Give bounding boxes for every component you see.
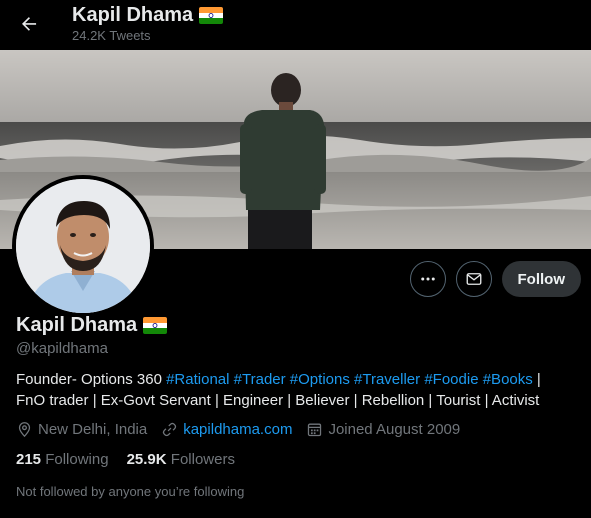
india-flag-icon xyxy=(143,317,168,334)
top-bar: Kapil Dhama 24.2K Tweets xyxy=(0,0,591,50)
following-count: 215 xyxy=(16,451,42,468)
hashtag-link[interactable]: #Books xyxy=(483,371,533,388)
hashtag-link[interactable]: #Options xyxy=(290,371,350,388)
location-pin-icon xyxy=(18,422,31,438)
profile-meta: New Delhi, India kapildhama.com Joined A… xyxy=(16,421,474,438)
website-link[interactable]: kapildhama.com xyxy=(183,421,292,438)
profile-name-text: Kapil Dhama xyxy=(16,314,138,336)
location: New Delhi, India xyxy=(16,421,147,438)
join-date: Joined August 2009 xyxy=(306,421,460,438)
join-date-text: Joined August 2009 xyxy=(328,421,461,438)
message-button[interactable] xyxy=(455,261,492,297)
bio-line-1: Founder- Options 360 #Rational #Trader #… xyxy=(16,369,576,390)
more-button[interactable] xyxy=(409,261,446,297)
not-followed-note: Not followed by anyone you’re following xyxy=(16,484,245,499)
profile-name: Kapil Dhama xyxy=(16,314,168,337)
follow-stats: 215 Following 25.9K Followers xyxy=(16,451,235,468)
tweet-count: 24.2K Tweets xyxy=(72,28,151,43)
bio-line-2: FnO trader | Ex-Govt Servant | Engineer … xyxy=(16,392,540,409)
back-arrow-icon xyxy=(22,17,37,31)
followers-count: 25.9K xyxy=(126,451,167,468)
bio-text: | xyxy=(532,371,541,388)
website[interactable]: kapildhama.com xyxy=(161,421,292,438)
more-dots-icon xyxy=(420,277,435,281)
bio-text: Founder- Options 360 xyxy=(16,371,167,388)
header-name: Kapil Dhama xyxy=(72,4,194,26)
following-link[interactable]: 215 Following xyxy=(16,451,109,468)
calendar-icon xyxy=(308,423,322,437)
hashtag-link[interactable]: #Traveller xyxy=(354,371,420,388)
profile-avatar[interactable] xyxy=(12,175,154,317)
followers-link[interactable]: 25.9K Followers xyxy=(127,451,235,468)
back-button[interactable] xyxy=(14,9,44,39)
profile-actions: Follow xyxy=(409,261,581,297)
follow-button[interactable]: Follow xyxy=(501,261,581,297)
profile-handle: @kapildhama xyxy=(16,340,108,357)
following-label: Following xyxy=(45,451,109,468)
followers-label: Followers xyxy=(170,451,235,468)
link-icon xyxy=(163,422,177,437)
hashtag-link[interactable]: #Trader xyxy=(234,371,286,388)
envelope-icon xyxy=(466,273,481,285)
india-flag-icon xyxy=(199,7,224,24)
location-text: New Delhi, India xyxy=(38,421,148,438)
header-title: Kapil Dhama xyxy=(72,4,224,27)
hashtag-link[interactable]: #Rational xyxy=(166,371,229,388)
profile-bio: Founder- Options 360 #Rational #Trader #… xyxy=(16,369,576,411)
hashtag-link[interactable]: #Foodie xyxy=(424,371,478,388)
